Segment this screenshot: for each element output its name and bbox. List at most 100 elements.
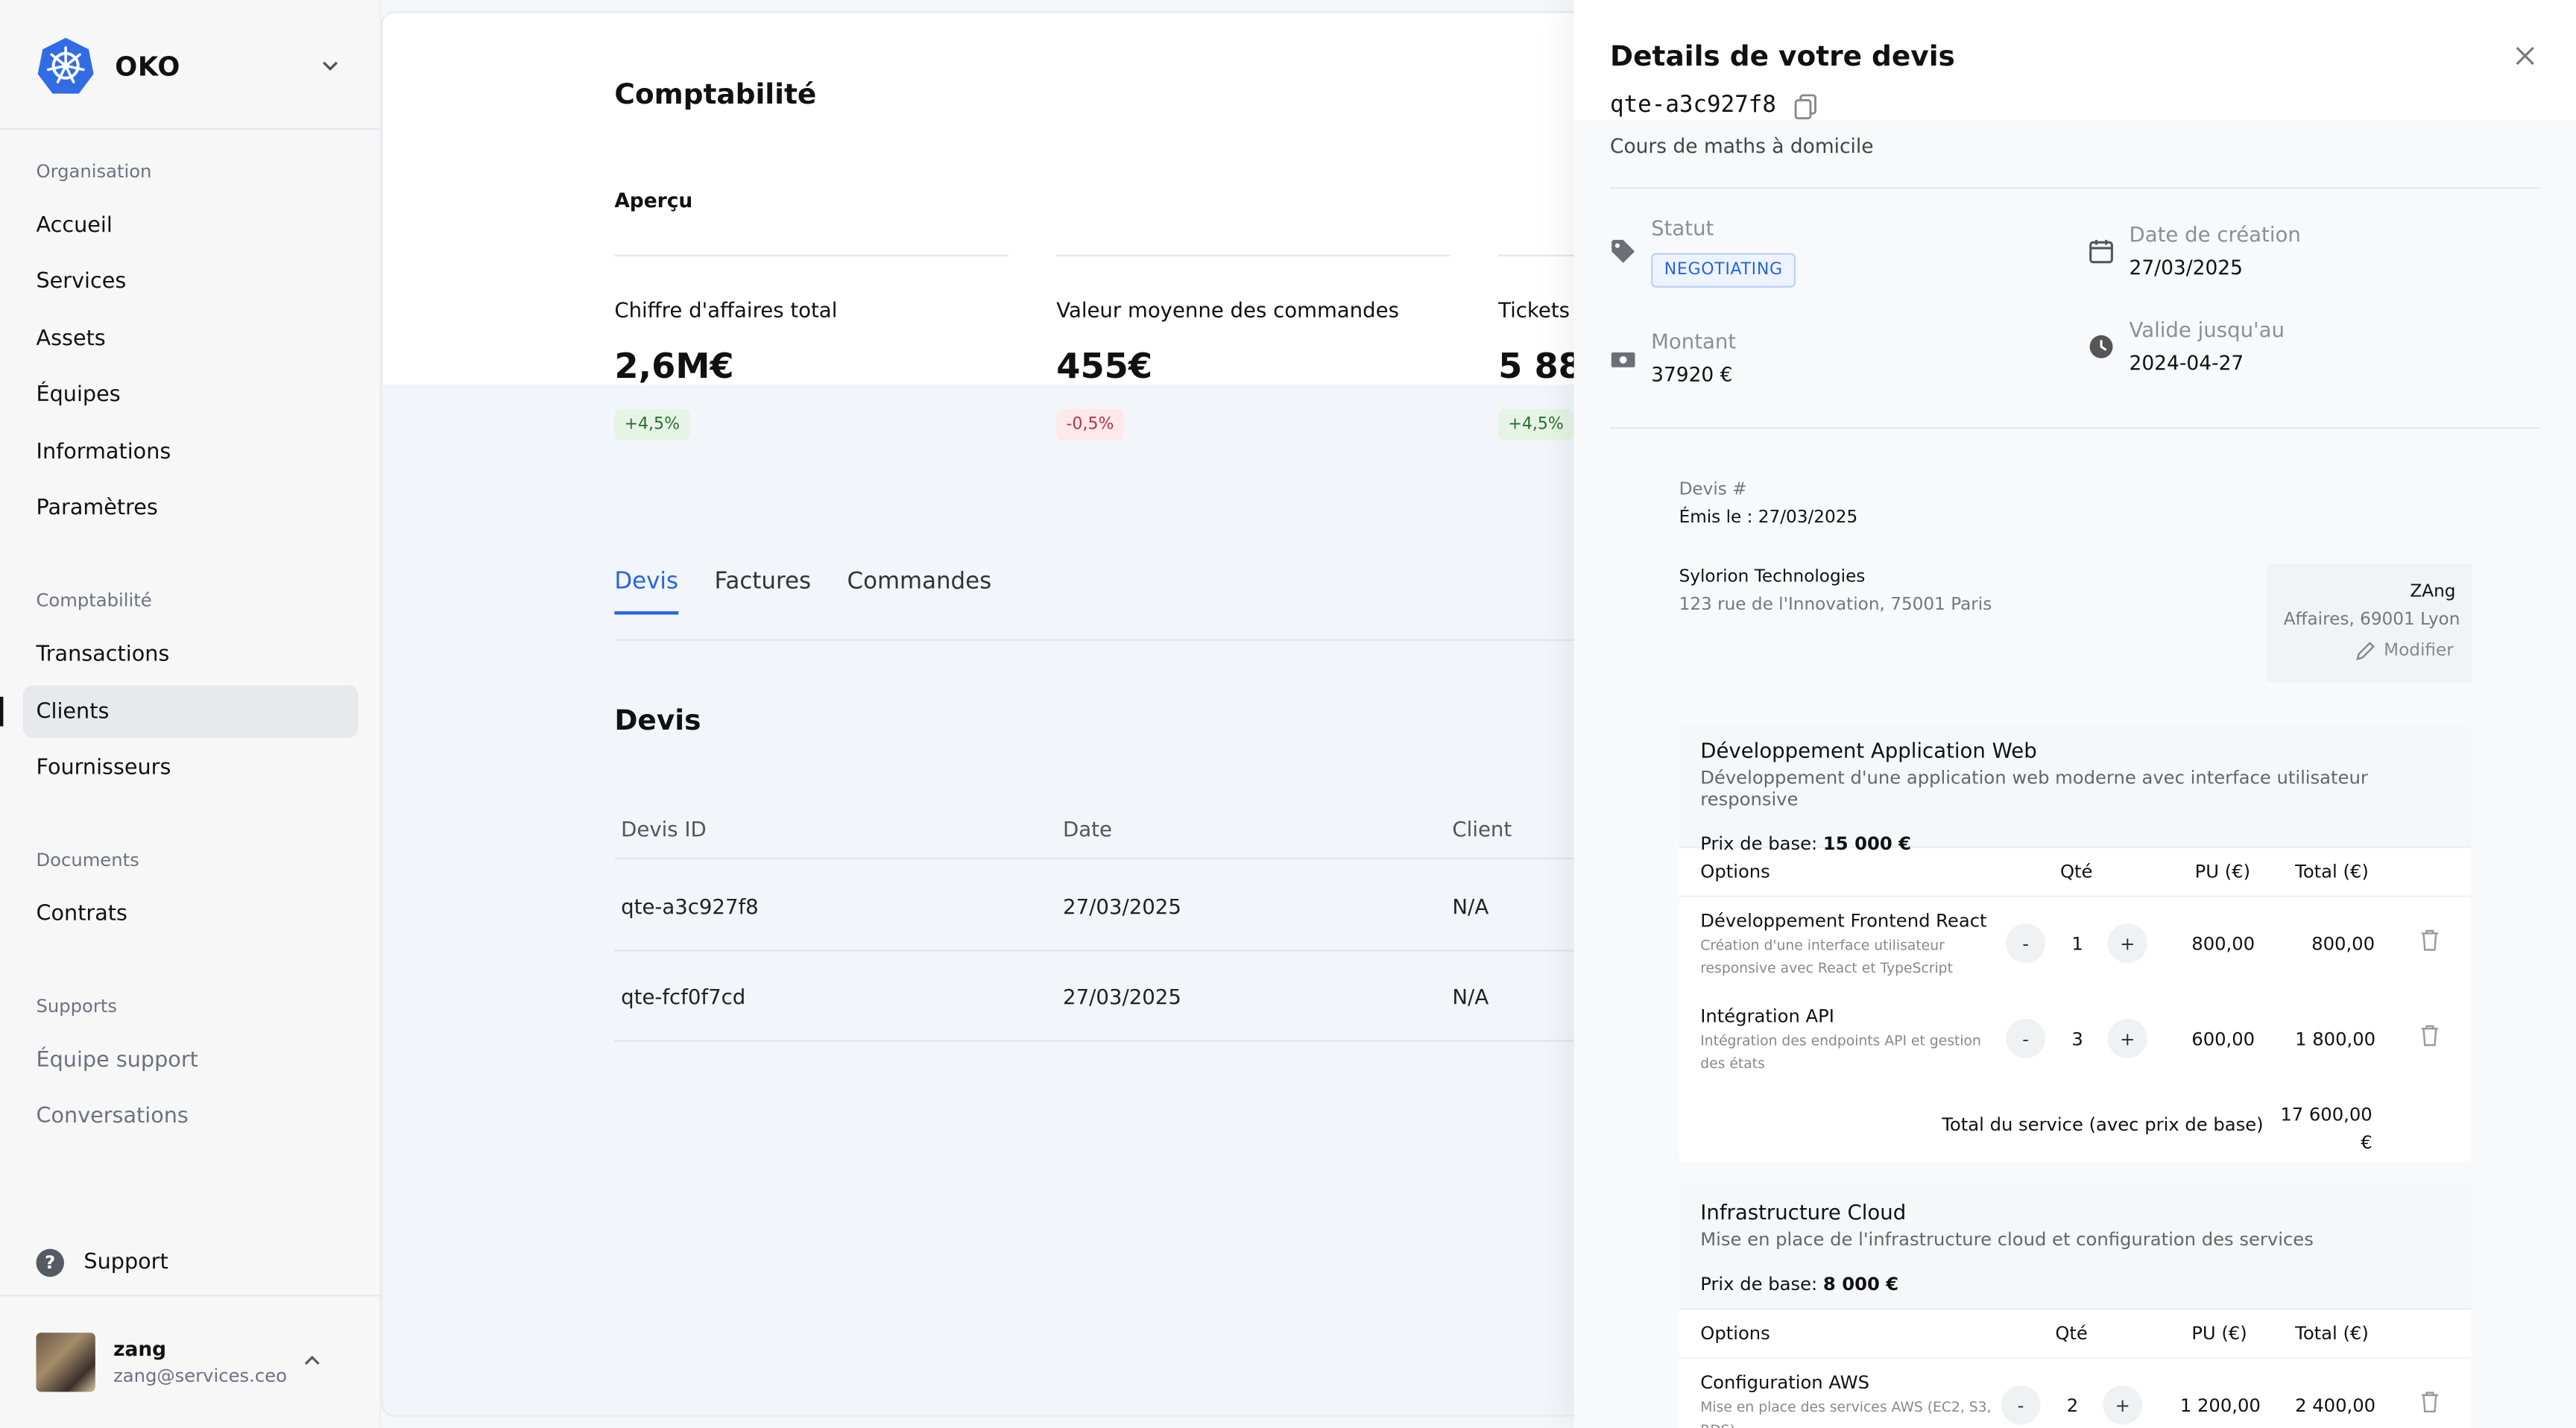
issued-date: Émis le : 27/03/2025 <box>1679 508 1858 528</box>
col-total: Total (€) <box>2295 861 2369 882</box>
chevron-down-icon[interactable] <box>319 54 342 78</box>
base-price-value: 15 000 € <box>1822 833 1912 855</box>
created-value: 27/03/2025 <box>2129 256 2243 279</box>
qty-decrease-button[interactable]: - <box>2001 1385 2041 1425</box>
section-organisation: Organisation <box>36 161 152 183</box>
support-link[interactable]: ? Support <box>36 1248 168 1277</box>
amount-label: Montant <box>1651 328 1737 354</box>
quote-number-label: Devis # <box>1679 479 1747 500</box>
quote-details-panel: Details de votre devis qte-a3c927f8 Cour… <box>1573 0 2576 1428</box>
close-icon[interactable] <box>2513 45 2536 68</box>
quote-id: qte-a3c927f8 <box>1610 92 1776 119</box>
calendar-icon <box>2089 239 2113 264</box>
sidebar-item-services[interactable]: Services <box>23 255 359 308</box>
sidebar-item-transactions[interactable]: Transactions <box>23 628 359 680</box>
cell-client: N/A <box>1452 984 1489 1009</box>
sidebar-item-equipe-support[interactable]: Équipe support <box>23 1034 359 1087</box>
base-price-label: Prix de base: <box>1700 1273 1818 1295</box>
divider <box>614 639 1600 641</box>
company-address: 123 rue de l'Innovation, 75001 Paris <box>1679 595 1992 615</box>
section-comptabilite: Comptabilité <box>36 590 152 612</box>
tab-factures[interactable]: Factures <box>715 569 812 615</box>
brand[interactable]: OKO <box>36 37 180 95</box>
cell-devis-id: qte-fcf0f7cd <box>621 984 746 1009</box>
status-label: Statut <box>1651 215 1714 240</box>
qty-increase-button[interactable]: + <box>2107 923 2147 964</box>
status-badge: NEGOTIATING <box>1651 253 1796 288</box>
divider <box>1679 895 2471 897</box>
qty-decrease-button[interactable]: - <box>2006 1018 2046 1058</box>
trash-icon[interactable] <box>2420 1390 2440 1413</box>
sidebar-item-conversations[interactable]: Conversations <box>23 1090 359 1143</box>
chevron-up-icon[interactable] <box>303 1350 322 1370</box>
service-desc: Développement d'une application web mode… <box>1700 767 2368 810</box>
user-name: zang <box>113 1337 167 1361</box>
col-pu: PU (€) <box>2194 861 2251 882</box>
option-name: Développement Frontend React <box>1700 910 1987 932</box>
clock-icon <box>2089 335 2113 358</box>
option-name: Intégration API <box>1700 1005 1834 1027</box>
service-card: Infrastructure Cloud Mise en place de l'… <box>1679 1184 2471 1428</box>
sidebar-item-clients[interactable]: Clients <box>22 685 359 738</box>
option-desc: Création d'une interface utilisateur res… <box>1700 938 1953 978</box>
qty-increase-button[interactable]: + <box>2103 1385 2143 1425</box>
option-qty: 3 <box>2071 1029 2083 1050</box>
option-desc: Intégration des endpoints API et gestion… <box>1700 1033 1981 1073</box>
divider <box>614 857 1600 860</box>
service-total-value: 17 600,00 € <box>2280 1104 2373 1154</box>
tab-devis[interactable]: Devis <box>614 569 679 615</box>
service-name: Développement Application Web <box>1700 737 2037 763</box>
sidebar-item-equipes[interactable]: Équipes <box>23 368 359 421</box>
column-header-client[interactable]: Client <box>1452 817 1512 841</box>
edit-button[interactable]: Modifier <box>2356 641 2454 660</box>
trash-icon[interactable] <box>2420 1024 2440 1047</box>
user-menu[interactable]: zang zang@services.ceo <box>36 1333 287 1392</box>
sidebar-item-fournisseurs[interactable]: Fournisseurs <box>23 741 359 794</box>
col-pu: PU (€) <box>2191 1322 2247 1345</box>
section-documents: Documents <box>36 849 139 871</box>
kpi-value: 2,6M€ <box>614 347 734 387</box>
divider <box>0 1295 382 1297</box>
service-base-price: Prix de base: 15 000 € <box>1700 833 2449 855</box>
tabs: Devis Factures Commandes <box>614 569 991 615</box>
overview-title: Aperçu <box>614 189 693 212</box>
valid-until-value: 2024-04-27 <box>2129 351 2244 375</box>
qty-decrease-button[interactable]: - <box>2006 923 2046 964</box>
sidebar-item-contrats[interactable]: Contrats <box>23 888 359 941</box>
divider <box>0 127 382 130</box>
qty-increase-button[interactable]: + <box>2107 1018 2147 1058</box>
sidebar-item-accueil[interactable]: Accueil <box>23 199 359 252</box>
user-email: zang@services.ceo <box>113 1365 287 1387</box>
option-total: 1 800,00 <box>2295 1029 2376 1050</box>
copy-icon[interactable] <box>1794 94 1817 120</box>
help-icon: ? <box>36 1248 64 1277</box>
divider <box>614 254 1009 256</box>
cell-devis-id: qte-a3c927f8 <box>621 894 759 919</box>
kpi-card: Chiffre d'affaires total 2,6M€ +4,5% <box>614 254 1009 440</box>
sidebar-item-assets[interactable]: Assets <box>23 312 359 365</box>
kpi-delta-badge: +4,5% <box>1498 408 1574 440</box>
divider <box>1610 427 2540 429</box>
cell-date: 27/03/2025 <box>1063 894 1181 919</box>
sidebar: OKO Organisation Accueil Services Assets… <box>0 0 382 1428</box>
active-indicator <box>0 696 4 727</box>
option-name: Configuration AWS <box>1700 1372 1870 1394</box>
support-label: Support <box>83 1250 168 1275</box>
col-options: Options <box>1700 861 1770 882</box>
kpi-card: Valeur moyenne des commandes 455€ -0,5% <box>1056 254 1451 440</box>
sidebar-item-informations[interactable]: Informations <box>23 426 359 478</box>
kpi-value: 455€ <box>1056 347 1153 387</box>
sidebar-item-parametres[interactable]: Paramètres <box>23 481 359 534</box>
client-address: Affaires, 69001 Lyon <box>2283 609 2460 630</box>
tag-icon <box>1611 239 1635 263</box>
cell-client: N/A <box>1452 894 1489 919</box>
tab-commandes[interactable]: Commandes <box>847 569 992 615</box>
trash-icon[interactable] <box>2420 929 2440 952</box>
column-header-date[interactable]: Date <box>1063 817 1112 841</box>
column-header-devis-id[interactable]: Devis ID <box>621 817 707 841</box>
kpi-delta-badge: -0,5% <box>1056 408 1124 440</box>
divider <box>614 1040 1600 1042</box>
created-label: Date de création <box>2129 221 2301 247</box>
option-pu: 800,00 <box>2191 933 2255 955</box>
cell-date: 27/03/2025 <box>1063 984 1181 1009</box>
